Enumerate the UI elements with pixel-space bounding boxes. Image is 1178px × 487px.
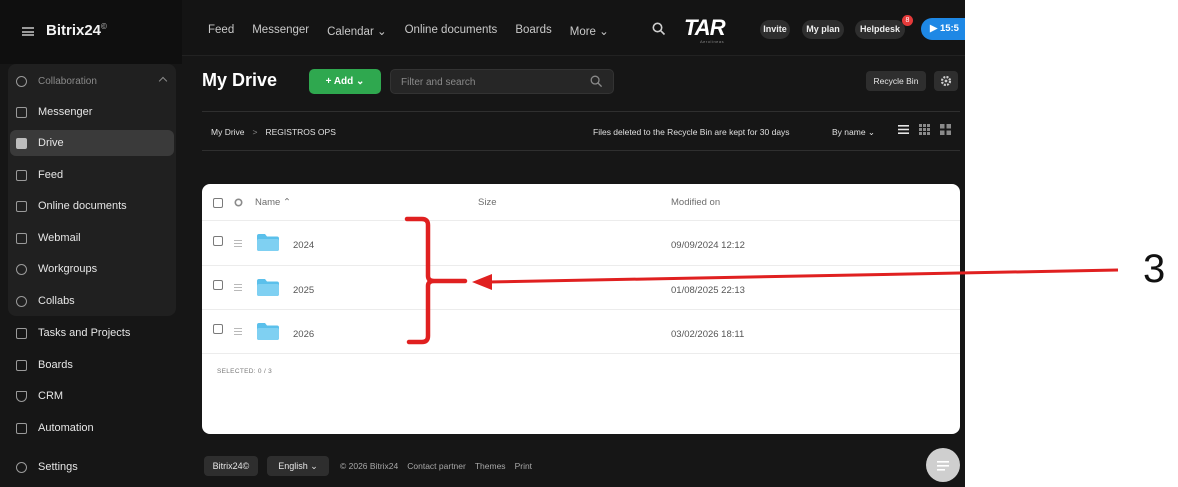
annotation-bracket bbox=[404, 216, 468, 345]
annotation-arrow-line bbox=[487, 268, 1119, 284]
annotation-overlay bbox=[404, 216, 1119, 345]
annotation-number: 3 bbox=[1143, 247, 1166, 291]
annotation-arrow-head bbox=[472, 274, 492, 290]
